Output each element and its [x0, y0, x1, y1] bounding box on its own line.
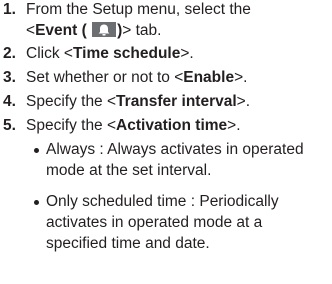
step-number: 1.	[3, 1, 16, 18]
bullet-always-line1: Always : Always activates in operated	[46, 141, 304, 158]
enable-label: Enable	[183, 69, 235, 86]
bullet-dot	[34, 200, 39, 205]
step-4: 4. Specify the <Transfer interval>.	[3, 93, 251, 110]
step-1-continuation: <Event ( )> tab.	[26, 22, 162, 39]
step-2: 2. Click <Time schedule>.	[3, 45, 194, 62]
bullet-scheduled-line3: specified time and date.	[46, 235, 210, 252]
step-number: 4.	[3, 93, 16, 110]
step-number: 2.	[3, 45, 16, 62]
bullet-dot	[34, 148, 39, 153]
instruction-page: 1. From the Setup menu, select the <Event…	[0, 0, 332, 284]
bullet-scheduled-line2: activates in operated mode at a	[46, 214, 263, 231]
transfer-interval-label: Transfer interval	[116, 93, 237, 110]
step-text: From the Setup menu, select the	[26, 1, 251, 18]
event-tab-label: Event (	[35, 22, 87, 39]
event-bell-icon	[92, 22, 117, 37]
step-1: 1. From the Setup menu, select the	[3, 0, 251, 20]
bullet-scheduled-line1: Only scheduled time : Periodically	[46, 193, 279, 210]
step-number: 3.	[3, 69, 16, 86]
time-schedule-label: Time schedule	[72, 45, 181, 62]
step-number: 5.	[3, 117, 16, 134]
step-3: 3. Set whether or not to <Enable>.	[3, 69, 248, 86]
activation-time-label: Activation time	[116, 117, 228, 134]
bullet-always-line2: mode at the set interval.	[46, 162, 212, 179]
step-5: 5. Specify the <Activation time>.	[3, 117, 241, 134]
